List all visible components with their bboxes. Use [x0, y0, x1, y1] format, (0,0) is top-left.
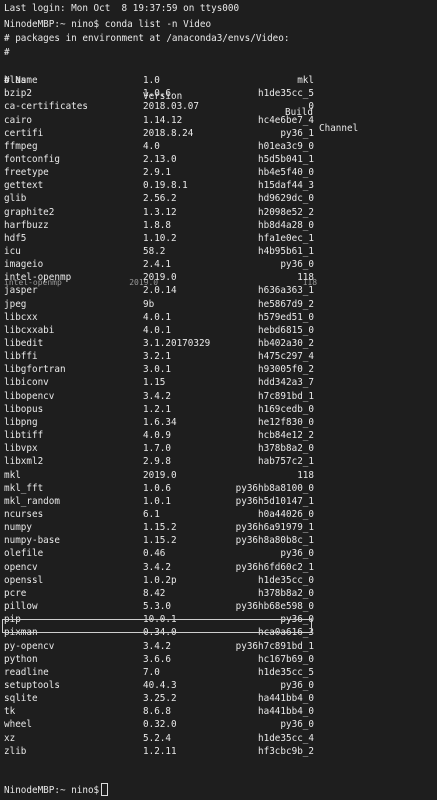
- env-comment-line: # packages in environment at /anaconda3/…: [4, 33, 290, 44]
- final-prompt: NinodeMBP:~ nino$: [4, 785, 100, 796]
- last-login-line: Last login: Mon Oct 8 19:37:59 on ttys00…: [4, 3, 240, 14]
- package-build: hf3cbc9b_2: [258, 745, 314, 757]
- package-version: 1.2.11: [143, 745, 177, 757]
- terminal-window[interactable]: Last login: Mon Oct 8 19:37:59 on ttys00…: [0, 0, 437, 800]
- table-row: zlib 1.2.11 hf3cbc9b_2: [4, 744, 434, 760]
- final-prompt-line[interactable]: NinodeMBP:~ nino$: [4, 783, 109, 799]
- package-table-header: # Name Version Build Channel: [4, 57, 434, 134]
- terminal-cursor: [101, 783, 109, 796]
- selected-row-highlight: [2, 619, 312, 633]
- package-name: zlib: [4, 745, 27, 757]
